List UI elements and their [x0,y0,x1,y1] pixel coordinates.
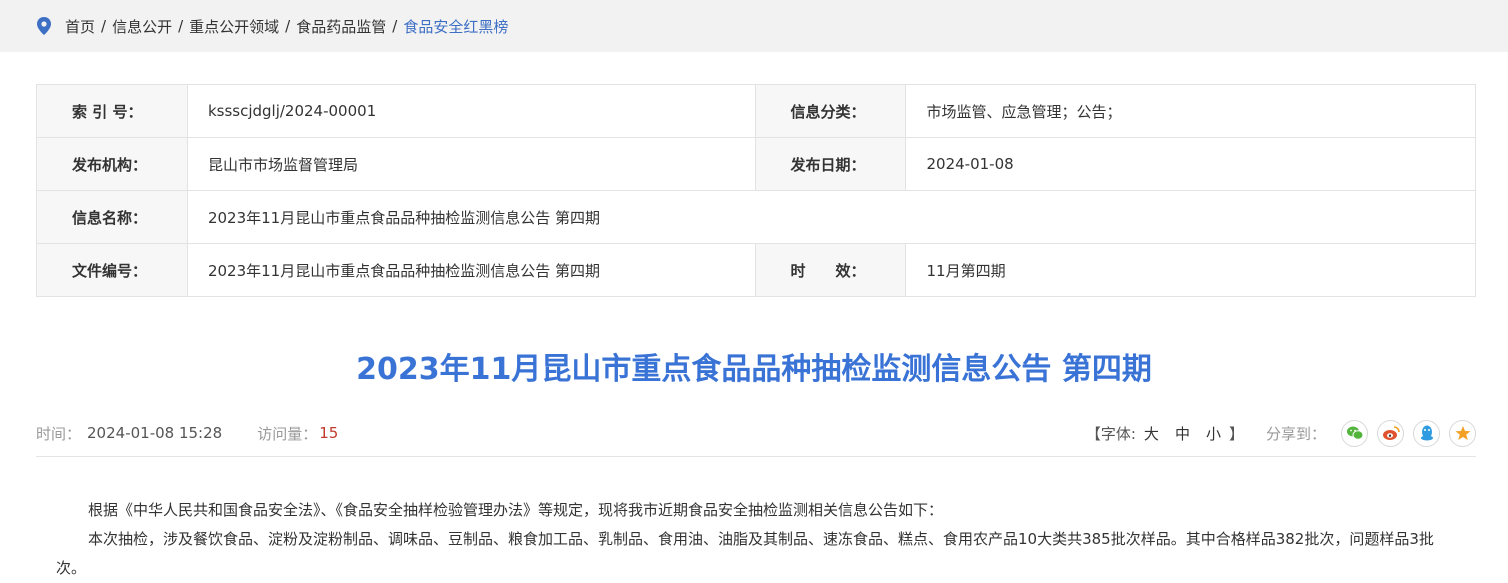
category-value: 市场监管、应急管理；公告； [905,84,1476,138]
breadcrumb-separator: / [285,17,291,35]
breadcrumb-current[interactable]: 食品安全红黑榜 [403,16,508,37]
breadcrumb-food-drug[interactable]: 食品药品监管 [296,16,386,37]
time-label: 时间： [36,424,82,443]
paragraph: 根据《中华人民共和国食品安全法》、《食品安全抽样检验管理办法》等规定，现将我市近… [88,501,944,519]
info-row-publisher: 发布机构： 昆山市市场监督管理局 发布日期： 2024-01-08 [36,137,1476,191]
doc-no-label: 文件编号： [36,243,188,297]
wechat-icon [1346,426,1363,440]
breadcrumb-separator: / [178,17,184,35]
qq-icon [1420,425,1433,441]
validity-value: 11月第四期 [905,243,1476,297]
index-value: kssscjdglj/2024-00001 [186,84,756,138]
name-label: 信息名称： [36,190,188,244]
visits-label: 访问量： [257,424,318,443]
font-small-button[interactable]: 小 [1206,423,1221,444]
index-label: 索 引 号： [36,84,188,138]
date-label: 发布日期： [754,137,907,191]
category-label: 信息分类： [754,84,907,138]
star-icon [1455,426,1470,440]
weibo-icon [1382,426,1400,440]
divider [36,456,1476,457]
publisher-label: 发布机构： [36,137,188,191]
article-title: 2023年11月昆山市重点食品品种抽检监测信息公告 第四期 [356,352,1152,387]
info-table: 索 引 号： kssscjdglj/2024-00001 信息分类： 市场监管、… [36,84,1477,297]
font-size-close-bracket: 】 [1228,424,1244,443]
info-row-doc-no: 文件编号： 2023年11月昆山市重点食品品种抽检监测信息公告 第四期 时 效：… [36,243,1476,297]
visits-value: 15 [319,424,339,442]
share-label: 分享到： [1265,424,1326,443]
time-value: 2024-01-08 15:28 [87,424,223,442]
date-value: 2024-01-08 [905,137,1476,191]
info-row-index: 索 引 号： kssscjdglj/2024-00001 信息分类： 市场监管、… [36,84,1476,138]
breadcrumb-separator: / [101,17,107,35]
paragraph: 本次抽检，涉及餐饮食品、淀粉及淀粉制品、调味品、豆制品、粮食加工品、乳制品、食用… [56,530,1434,577]
doc-no-value: 2023年11月昆山市重点食品品种抽检监测信息公告 第四期 [186,243,756,297]
info-row-name: 信息名称： 2023年11月昆山市重点食品品种抽检监测信息公告 第四期 [36,190,1477,244]
breadcrumb-info-public[interactable]: 信息公开 [112,16,172,37]
share-wechat-button[interactable] [1341,419,1368,447]
breadcrumb-key-areas[interactable]: 重点公开领域 [189,16,279,37]
article-body: 根据《中华人民共和国食品安全法》、《食品安全抽样检验管理办法》等规定，现将我市近… [56,496,1456,583]
name-value: 2023年11月昆山市重点食品品种抽检监测信息公告 第四期 [186,190,1477,244]
font-medium-button[interactable]: 中 [1175,423,1190,444]
breadcrumb-home[interactable]: 首页 [65,16,95,37]
font-large-button[interactable]: 大 [1144,423,1159,444]
share-qq-button[interactable] [1413,419,1440,447]
font-size-label: 【字体: [1085,424,1136,443]
location-pin-icon [36,17,52,35]
share-weibo-button[interactable] [1377,419,1404,447]
publisher-value: 昆山市市场监督管理局 [186,137,756,191]
breadcrumb: 首页 / 信息公开 / 重点公开领域 / 食品药品监管 / 食品安全红黑榜 [0,0,1508,52]
share-favorite-button[interactable] [1449,419,1476,447]
font-size-control: 【字体: 大 中 小 】 [1086,423,1244,444]
article-meta: 时间： 2024-01-08 15:28 访问量： 15 【字体: 大 中 小 … [36,418,1476,448]
validity-label: 时 效： [754,243,907,297]
breadcrumb-separator: / [392,17,398,35]
